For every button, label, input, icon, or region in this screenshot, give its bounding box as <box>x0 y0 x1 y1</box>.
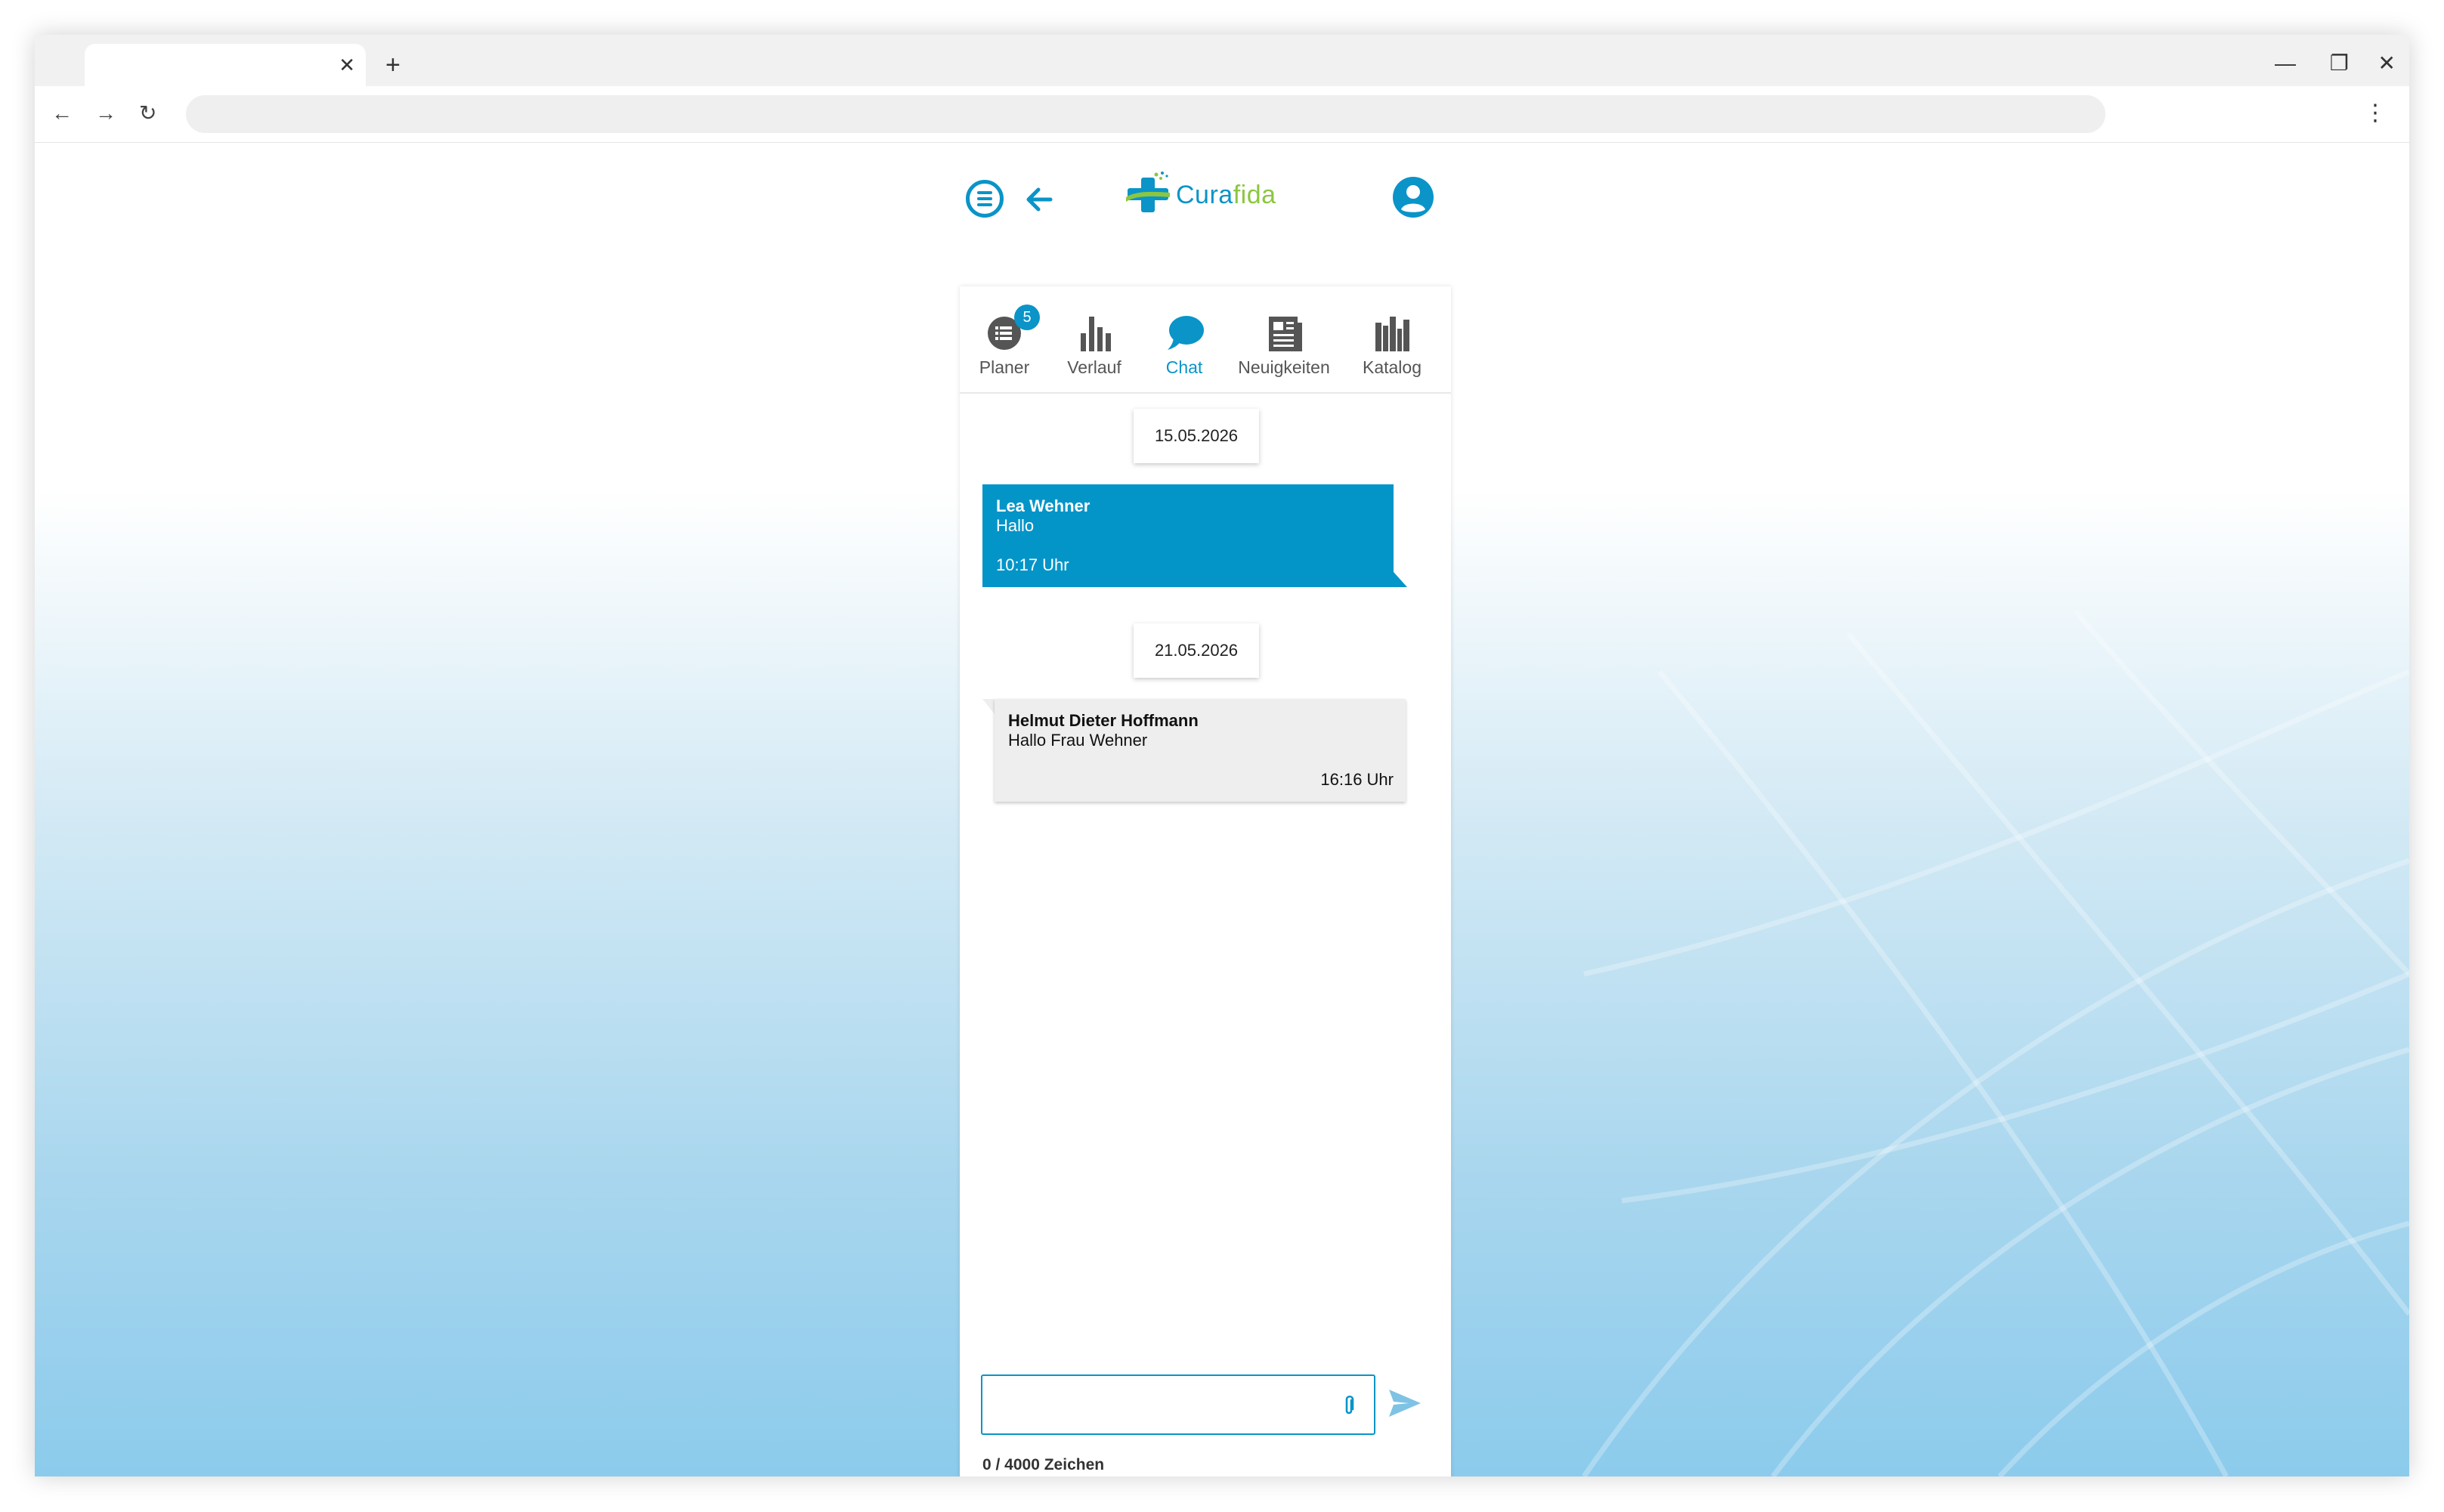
tab-strip: ✕ + — ❐ ✕ <box>35 35 2409 86</box>
profile-icon[interactable] <box>1392 176 1434 218</box>
logo-text-fida: fida <box>1233 181 1276 209</box>
tab-chat[interactable]: Chat <box>1140 286 1229 392</box>
message-composer <box>981 1374 1375 1435</box>
tab-verlauf[interactable]: Verlauf <box>1049 286 1140 392</box>
reload-button[interactable]: ↻ <box>139 98 156 128</box>
restore-button[interactable]: ❐ <box>2330 48 2349 79</box>
newspaper-icon <box>1269 317 1302 351</box>
app-header: Curafida <box>958 143 1451 249</box>
address-bar[interactable] <box>186 95 2105 133</box>
back-arrow-icon[interactable] <box>1020 181 1058 218</box>
character-counter: 0 / 4000 Zeichen <box>982 1456 1105 1473</box>
tab-close-icon[interactable]: ✕ <box>339 53 355 77</box>
send-icon[interactable] <box>1388 1388 1422 1418</box>
message-outgoing: Lea Wehner Hallo 10:17 Uhr <box>982 484 1394 587</box>
tab-planer[interactable]: 5 Planer <box>960 286 1049 392</box>
menu-icon[interactable] <box>966 180 1004 218</box>
message-time: 16:16 Uhr <box>1320 770 1394 789</box>
tab-label: Planer <box>979 357 1030 377</box>
chat-card: 5 Planer Verlauf Chat Neuigkeiten Katalo… <box>960 286 1451 1476</box>
logo-cross-icon <box>1126 172 1170 212</box>
books-icon <box>1375 317 1409 351</box>
tab-label: Chat <box>1165 357 1203 377</box>
new-tab-button[interactable]: + <box>385 50 401 80</box>
bar-chart-icon <box>1081 317 1111 351</box>
logo-text: Curafida <box>1176 181 1276 210</box>
message-incoming: Helmut Dieter Hoffmann Hallo Frau Wehner… <box>995 699 1406 802</box>
nav-tabs: 5 Planer Verlauf Chat Neuigkeiten Katalo… <box>960 286 1451 394</box>
message-input[interactable] <box>993 1387 1313 1424</box>
tab-label: Neuigkeiten <box>1238 357 1330 377</box>
browser-menu-icon[interactable]: ⋮ <box>2364 98 2387 128</box>
message-sender: Helmut Dieter Hoffmann <box>1008 711 1199 730</box>
message-time: 10:17 Uhr <box>996 555 1069 574</box>
tab-label: Verlauf <box>1067 357 1121 377</box>
browser-window: ✕ + — ❐ ✕ ← → ↻ ⋮ Curafida 5 Planer Verl… <box>35 35 2409 1476</box>
browser-toolbar: ← → ↻ ⋮ <box>35 86 2409 143</box>
bubble-tail <box>982 699 995 714</box>
message-text: Hallo Frau Wehner <box>1008 731 1148 750</box>
planer-badge: 5 <box>1014 305 1040 330</box>
browser-tab[interactable]: ✕ <box>85 44 366 86</box>
message-sender: Lea Wehner <box>996 496 1091 515</box>
bubble-tail <box>1394 572 1407 587</box>
minimize-button[interactable]: — <box>2275 48 2296 79</box>
curafida-logo: Curafida <box>1125 170 1276 223</box>
tab-label: Katalog <box>1362 357 1422 377</box>
logo-text-cura: Cura <box>1176 181 1233 209</box>
date-separator: 15.05.2026 <box>1134 409 1259 463</box>
paperclip-icon[interactable] <box>1336 1393 1362 1418</box>
tab-katalog[interactable]: Katalog <box>1339 286 1445 392</box>
page-viewport: Curafida 5 Planer Verlauf Chat Neuigkeit… <box>35 143 2409 1476</box>
tab-neuigkeiten[interactable]: Neuigkeiten <box>1229 286 1339 392</box>
date-separator: 21.05.2026 <box>1134 623 1259 678</box>
back-button[interactable]: ← <box>51 98 73 128</box>
message-text: Hallo <box>996 516 1035 535</box>
close-window-button[interactable]: ✕ <box>2378 48 2396 79</box>
forward-button[interactable]: → <box>95 98 116 128</box>
chat-icon <box>1168 316 1204 350</box>
